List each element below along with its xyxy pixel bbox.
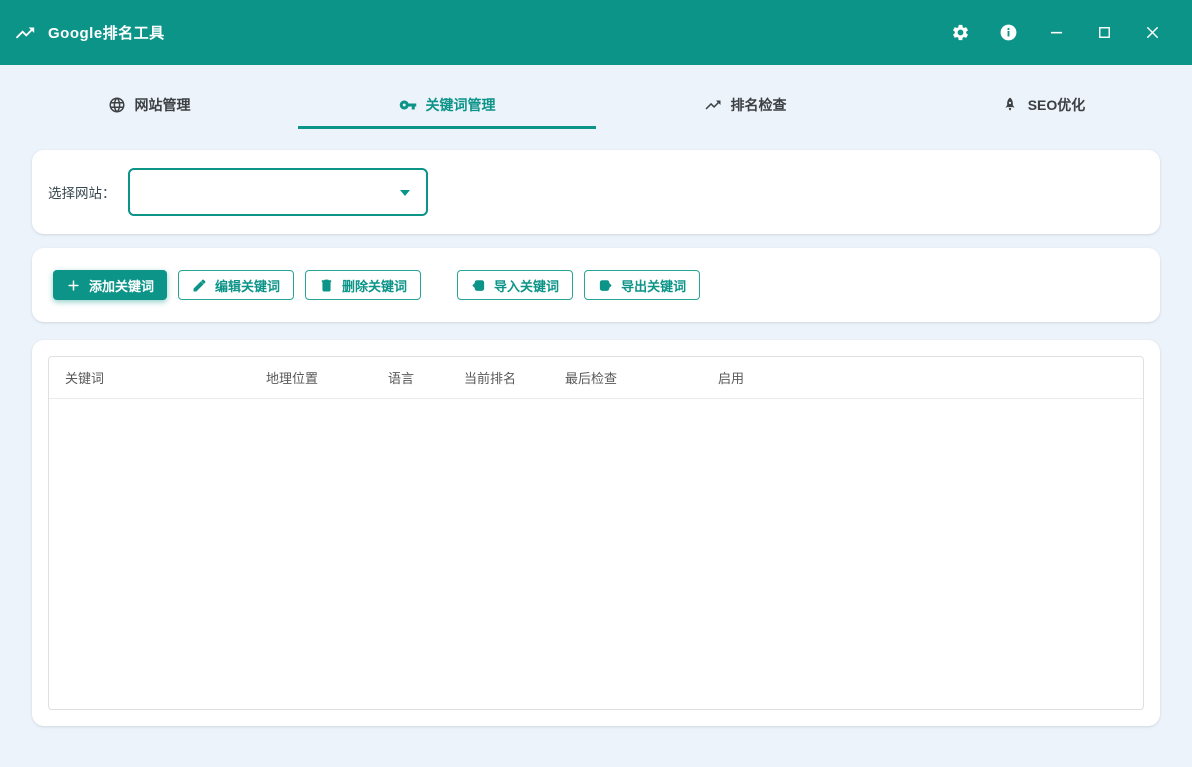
site-selector-label: 选择网站： [48,182,116,202]
site-select[interactable] [128,168,428,216]
tab-rank-check[interactable]: 排名检查 [596,84,894,129]
rocket-icon [1001,96,1019,114]
main-content: 选择网站： 添加关键词 编辑关键词 [0,129,1192,767]
column-header-language: 语言 [372,357,448,399]
site-selector-card: 选择网站： [32,150,1160,234]
tab-bar: 网站管理 关键词管理 排名检查 SEO优化 [0,84,1192,129]
button-label: 添加关键词 [89,276,154,295]
titlebar-controls [936,13,1176,53]
info-icon [999,23,1018,42]
tab-seo-optimization[interactable]: SEO优化 [894,84,1192,129]
button-label: 删除关键词 [342,276,407,295]
delete-keyword-button[interactable]: 删除关键词 [305,270,421,300]
keyword-table-card: 关键词 地理位置 语言 当前排名 最后检查 启用 [32,340,1160,726]
minimize-icon [1047,23,1066,42]
tab-website-management[interactable]: 网站管理 [0,84,298,129]
info-button[interactable] [984,13,1032,53]
column-header-location: 地理位置 [250,357,372,399]
tab-label: 排名检查 [731,95,787,115]
maximize-icon [1095,23,1114,42]
table-header-row: 关键词 地理位置 语言 当前排名 最后检查 启用 [49,357,1143,399]
globe-icon [108,96,126,114]
tab-label: 关键词管理 [426,95,496,115]
keyword-toolbar-card: 添加关键词 编辑关键词 删除关键词 导入关键词 [32,248,1160,322]
export-keywords-button[interactable]: 导出关键词 [584,270,700,300]
button-label: 导入关键词 [494,276,559,295]
plus-icon [66,278,81,293]
trash-icon [319,278,334,293]
column-header-keyword: 关键词 [49,357,250,399]
add-keyword-button[interactable]: 添加关键词 [53,270,167,300]
tab-keyword-management[interactable]: 关键词管理 [298,84,596,129]
button-label: 导出关键词 [621,276,686,295]
window-title: Google排名工具 [48,22,165,43]
export-icon [598,278,613,293]
column-header-last-check: 最后检查 [549,357,702,399]
chevron-down-icon [400,190,410,196]
keyword-table-wrap: 关键词 地理位置 语言 当前排名 最后检查 启用 [48,356,1144,710]
maximize-button[interactable] [1080,13,1128,53]
gear-icon [951,23,970,42]
settings-button[interactable] [936,13,984,53]
close-button[interactable] [1128,13,1176,53]
trending-up-icon [14,22,36,44]
tab-label: 网站管理 [135,95,191,115]
titlebar: Google排名工具 [0,0,1192,65]
minimize-button[interactable] [1032,13,1080,53]
keyword-table-header: 关键词 地理位置 语言 当前排名 最后检查 启用 [49,357,1143,399]
keyword-table: 关键词 地理位置 语言 当前排名 最后检查 启用 [49,357,1143,399]
pencil-icon [192,278,207,293]
close-icon [1143,23,1162,42]
trending-up-icon [704,96,722,114]
button-label: 编辑关键词 [215,276,280,295]
titlebar-left: Google排名工具 [14,22,165,44]
import-icon [471,278,486,293]
column-header-current-rank: 当前排名 [448,357,549,399]
key-icon [399,96,417,114]
app-window: Google排名工具 [0,0,1192,767]
edit-keyword-button[interactable]: 编辑关键词 [178,270,294,300]
import-keywords-button[interactable]: 导入关键词 [457,270,573,300]
tab-label: SEO优化 [1028,95,1086,115]
column-header-enabled: 启用 [702,357,1143,399]
